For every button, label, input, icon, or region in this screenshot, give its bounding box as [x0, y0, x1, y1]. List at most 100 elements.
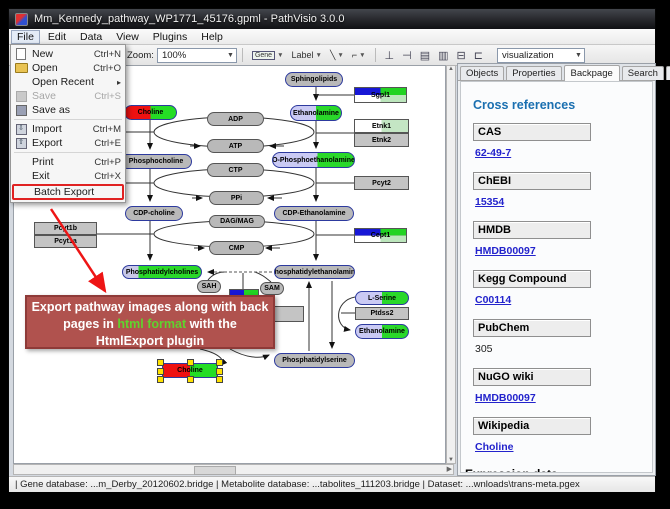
- tab-backpage[interactable]: Backpage: [564, 65, 620, 81]
- chevron-down-icon[interactable]: ▼: [316, 52, 322, 59]
- tab-legend[interactable]: Legend: [666, 66, 670, 80]
- file-menu-print[interactable]: Print Ctrl+P: [11, 155, 125, 169]
- node-cdp-choline[interactable]: CDP-choline: [125, 206, 183, 221]
- file-menu-export[interactable]: ⇧ Export Ctrl+E: [11, 136, 125, 150]
- node-sphingolipids[interactable]: Sphingolipids: [285, 72, 343, 87]
- node-phosphatidylserine[interactable]: Phosphatidylserine: [274, 353, 355, 368]
- node-sah[interactable]: SAH: [197, 280, 221, 293]
- ref-db-name: CAS: [473, 123, 591, 141]
- align-center-horizontal-icon[interactable]: ⊣: [402, 49, 412, 62]
- align-left-icon[interactable]: ⊏: [474, 49, 483, 62]
- scroll-right-icon[interactable]: ▶: [447, 465, 452, 474]
- file-menu-exit[interactable]: Exit Ctrl+X: [11, 169, 125, 183]
- file-menu-label: New: [32, 48, 94, 60]
- menu-data[interactable]: Data: [74, 30, 108, 44]
- ref-link[interactable]: C00114: [475, 294, 511, 306]
- file-menu-import[interactable]: ⇩ Import Ctrl+M: [11, 122, 125, 136]
- annotation-callout: Export pathway images along with back pa…: [25, 295, 275, 349]
- visualization-value: visualization: [502, 50, 554, 61]
- distribute-rows-icon[interactable]: ▤: [420, 49, 430, 62]
- node-dag-mag[interactable]: DAG/MAG: [209, 215, 265, 228]
- node-adp[interactable]: ADP: [207, 112, 264, 126]
- file-menu-save-as[interactable]: Save as: [11, 103, 125, 117]
- file-menu-batch-export[interactable]: Batch Export: [12, 184, 124, 200]
- menu-help[interactable]: Help: [195, 30, 229, 44]
- chevron-down-icon[interactable]: ▼: [359, 52, 365, 59]
- node-sgpl1[interactable]: Sgpl1: [354, 87, 407, 103]
- annotation-line1: Export pathway images along with back: [32, 300, 269, 314]
- scrollbar-thumb[interactable]: [194, 466, 236, 475]
- chevron-down-icon[interactable]: ▼: [575, 52, 582, 59]
- menu-view[interactable]: View: [110, 30, 145, 44]
- distribute-columns-icon[interactable]: ▥: [438, 49, 448, 62]
- canvas-horizontal-scrollbar[interactable]: ▶: [13, 464, 454, 475]
- chevron-down-icon[interactable]: ▼: [227, 52, 234, 59]
- file-menu-save[interactable]: Save Ctrl+S: [11, 89, 125, 103]
- selection-handle[interactable]: [187, 376, 194, 383]
- side-panel: Objects Properties Backpage Search Legen…: [457, 63, 656, 476]
- ref-link[interactable]: Choline: [475, 441, 514, 453]
- ref-link[interactable]: HMDB00097: [475, 392, 536, 404]
- selection-handle[interactable]: [216, 359, 223, 366]
- node-pcyt1a[interactable]: Pcyt1a: [34, 235, 97, 248]
- selection-handle[interactable]: [157, 376, 164, 383]
- node-phosphocholine[interactable]: Phosphocholine: [120, 154, 192, 169]
- annotation-highlight: html format: [117, 317, 186, 331]
- selection-handle[interactable]: [216, 368, 223, 375]
- file-menu-popup: New Ctrl+N Open Ctrl+O Open Recent ▸ Sav…: [10, 44, 126, 203]
- tab-objects[interactable]: Objects: [460, 66, 504, 80]
- cross-references-heading: Cross references: [473, 98, 652, 112]
- title-bar[interactable]: Mm_Kennedy_pathway_WP1771_45176.gpml - P…: [9, 9, 655, 29]
- file-menu-label: Open Recent: [32, 76, 117, 88]
- node-ppi[interactable]: PPi: [209, 191, 264, 205]
- zoom-combobox[interactable]: 100% ▼: [157, 48, 237, 63]
- ref-link[interactable]: 62-49-7: [475, 147, 511, 159]
- menu-file[interactable]: File: [11, 30, 40, 44]
- align-bottom-icon[interactable]: ⊟: [457, 49, 466, 62]
- node-o-phosphoethanolamine[interactable]: O-Phosphoethanolamine: [272, 152, 355, 168]
- selection-handle[interactable]: [157, 368, 164, 375]
- file-menu-new[interactable]: New Ctrl+N: [11, 47, 125, 61]
- node-l-serine[interactable]: L-Serine: [355, 291, 409, 305]
- ref-link[interactable]: 15354: [475, 196, 504, 208]
- node-phosphatidylcholines[interactable]: Phosphatidylcholines: [122, 265, 202, 279]
- node-gene-partial-gray[interactable]: [270, 306, 304, 322]
- node-cept1[interactable]: Cept1: [354, 228, 407, 243]
- menu-plugins[interactable]: Plugins: [147, 30, 193, 44]
- gene-datanode-button[interactable]: Gene ▼: [248, 47, 288, 63]
- node-choline-top[interactable]: Choline: [124, 105, 177, 120]
- visualization-combobox[interactable]: visualization ▼: [497, 48, 585, 63]
- node-atp[interactable]: ATP: [207, 139, 264, 153]
- file-menu-open-recent[interactable]: Open Recent ▸: [11, 75, 125, 89]
- node-pcyt2[interactable]: Pcyt2: [354, 176, 409, 190]
- label-button[interactable]: Label ▼: [288, 47, 326, 63]
- node-ctp[interactable]: CTP: [207, 163, 264, 177]
- node-cmp[interactable]: CMP: [209, 241, 264, 255]
- node-ethanolamine-bottom[interactable]: Ethanolamine: [355, 324, 409, 339]
- chevron-down-icon[interactable]: ▼: [277, 52, 283, 59]
- tab-search[interactable]: Search: [622, 66, 664, 80]
- selection-handle[interactable]: [157, 359, 164, 366]
- selection-handle[interactable]: [187, 359, 194, 366]
- canvas-vertical-scrollbar[interactable]: ▲ ▼: [446, 65, 456, 464]
- tab-properties[interactable]: Properties: [506, 66, 561, 80]
- file-menu-label: Import: [32, 123, 93, 135]
- connector-tool-button[interactable]: ⌐ ▼: [348, 47, 370, 63]
- node-ptdss2[interactable]: Ptdss2: [355, 307, 409, 320]
- node-cdp-ethanolamine[interactable]: CDP-Ethanolamine: [274, 206, 354, 221]
- line-tool-button[interactable]: ╲ ▼: [326, 47, 348, 63]
- selection-handle[interactable]: [216, 376, 223, 383]
- file-menu-open[interactable]: Open Ctrl+O: [11, 61, 125, 75]
- node-etnk2[interactable]: Etnk2: [354, 133, 409, 147]
- scroll-down-icon[interactable]: ▼: [448, 457, 454, 463]
- node-pcyt1b[interactable]: Pcyt1b: [34, 222, 97, 235]
- menu-edit[interactable]: Edit: [42, 30, 72, 44]
- align-center-vertical-icon[interactable]: ⊥: [385, 49, 395, 62]
- node-phosphatidylethanolamine[interactable]: Phosphatidylethanolamine: [274, 265, 355, 279]
- scroll-up-icon[interactable]: ▲: [448, 66, 454, 72]
- node-ethanolamine-top[interactable]: Ethanolamine: [290, 105, 342, 121]
- chevron-down-icon[interactable]: ▼: [337, 52, 343, 59]
- ref-link[interactable]: HMDB00097: [475, 245, 536, 257]
- node-etnk1[interactable]: Etnk1: [354, 119, 409, 133]
- node-sam[interactable]: SAM: [260, 282, 284, 295]
